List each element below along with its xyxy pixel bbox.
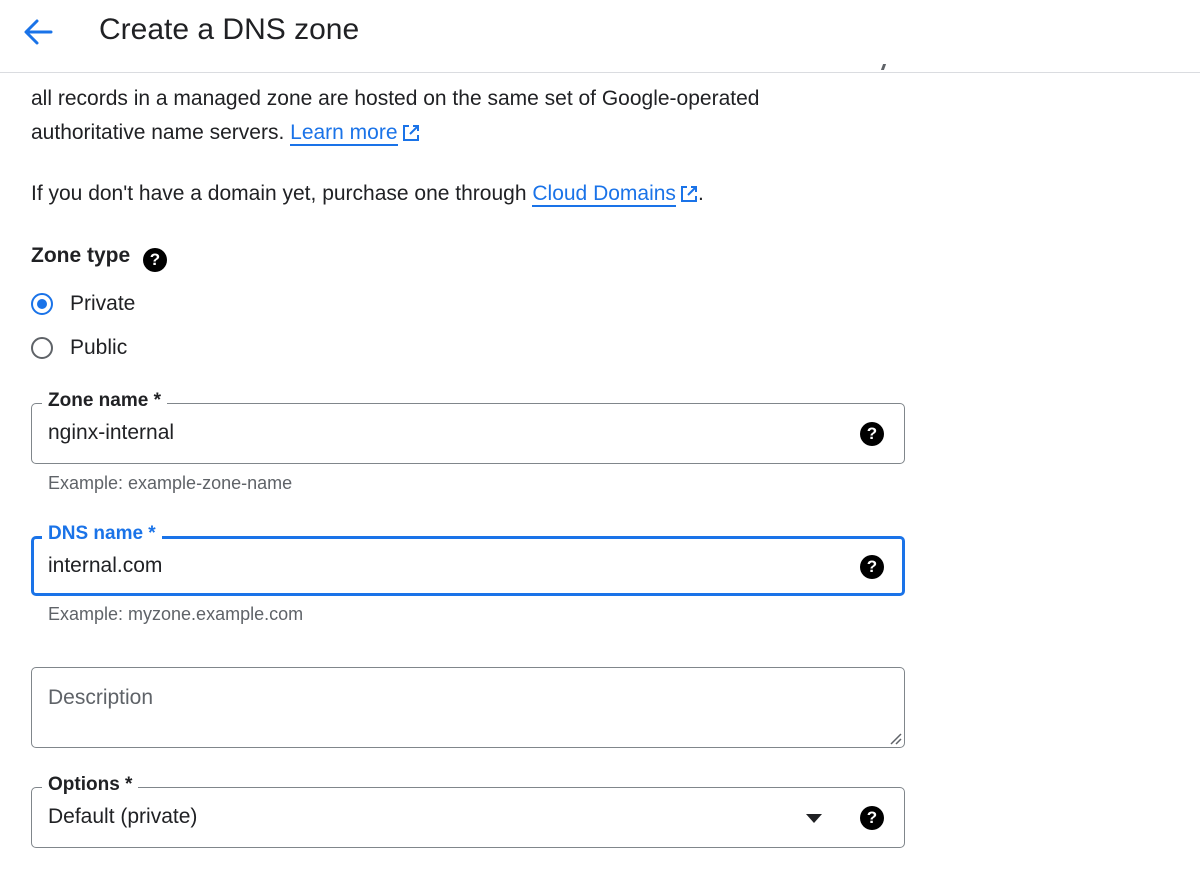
page-header: Create a DNS zone: [0, 0, 1200, 73]
options-label: Options *: [42, 774, 139, 796]
cloud-domains-label: Cloud Domains: [532, 182, 676, 205]
zone-name-label: Zone name *: [42, 390, 167, 412]
description-input[interactable]: Description: [48, 686, 153, 710]
dns-name-label: DNS name *: [42, 523, 162, 545]
radio-private[interactable]: Private: [31, 289, 135, 319]
intro-line-1: all records in a managed zone are hosted…: [31, 87, 760, 110]
cloud-domains-period: .: [697, 182, 704, 205]
dns-name-input[interactable]: internal.com: [48, 554, 162, 578]
dns-name-hint: Example: myzone.example.com: [48, 604, 304, 624]
radio-button-unchecked[interactable]: [31, 337, 53, 359]
radio-public[interactable]: Public: [31, 333, 127, 363]
learn-more-label: Learn more: [290, 121, 398, 144]
resize-handle-icon[interactable]: [888, 731, 902, 745]
radio-public-label: Public: [70, 336, 128, 359]
help-icon[interactable]: ?: [860, 555, 884, 579]
arrow-back-icon: [24, 19, 53, 45]
help-icon[interactable]: ?: [860, 806, 884, 830]
external-link-icon: [680, 186, 697, 202]
zone-name-input[interactable]: nginx-internal: [48, 421, 174, 445]
dns-name-field[interactable]: DNS name * internal.com ?: [31, 523, 905, 596]
options-selected-value: Default (private): [48, 805, 198, 828]
cloud-domains-text: If you don't have a domain yet, purchase…: [31, 182, 527, 205]
help-icon[interactable]: ?: [860, 422, 884, 446]
radio-private-label: Private: [70, 292, 136, 315]
learn-more-link[interactable]: Learn more: [290, 121, 398, 146]
zone-type-label: Zone type: [31, 244, 131, 267]
zone-name-hint: Example: example-zone-name: [48, 473, 293, 493]
back-button[interactable]: [18, 14, 58, 50]
options-select[interactable]: Options * Default (private) ?: [31, 774, 905, 848]
page-title: Create a DNS zone: [99, 13, 360, 46]
zone-name-field[interactable]: Zone name * nginx-internal ?: [31, 390, 905, 464]
description-field[interactable]: Description: [31, 667, 905, 748]
dropdown-arrow-icon[interactable]: [806, 814, 822, 823]
radio-button-checked[interactable]: [31, 293, 53, 315]
external-link-icon: [402, 125, 419, 141]
cloud-domains-line: If you don't have a domain yet, purchase…: [31, 177, 704, 211]
cloud-domains-link[interactable]: Cloud Domains: [532, 182, 676, 207]
help-icon[interactable]: ?: [143, 248, 167, 272]
intro-line-2: authoritative name servers. Learn more: [31, 116, 420, 150]
intro-line-2-text: authoritative name servers.: [31, 121, 285, 144]
